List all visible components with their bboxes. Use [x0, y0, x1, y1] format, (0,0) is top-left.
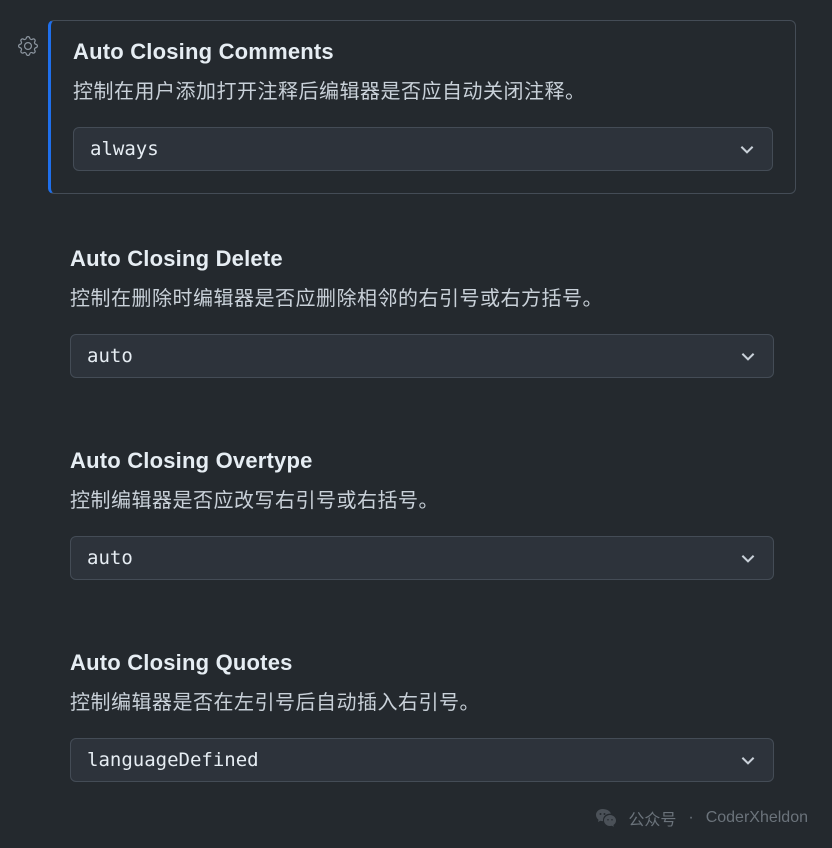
select-value: languageDefined	[87, 749, 739, 771]
select-auto-closing-quotes[interactable]: languageDefined	[70, 738, 774, 782]
select-value: auto	[87, 345, 739, 367]
chevron-down-icon	[738, 140, 756, 158]
select-value: auto	[87, 547, 739, 569]
settings-list: Auto Closing Comments 控制在用户添加打开注释后编辑器是否应…	[48, 20, 796, 834]
select-auto-closing-overtype[interactable]: auto	[70, 536, 774, 580]
select-auto-closing-delete[interactable]: auto	[70, 334, 774, 378]
watermark-author: CoderXheldon	[706, 809, 808, 827]
setting-auto-closing-overtype: Auto Closing Overtype 控制编辑器是否应改写右引号或右括号。…	[48, 430, 796, 602]
watermark: 公众号 · CoderXheldon	[594, 806, 808, 830]
gear-column	[8, 20, 48, 834]
chevron-down-icon	[739, 347, 757, 365]
setting-title: Auto Closing Delete	[70, 246, 774, 272]
setting-auto-closing-comments: Auto Closing Comments 控制在用户添加打开注释后编辑器是否应…	[48, 20, 796, 194]
watermark-label: 公众号	[628, 806, 676, 830]
select-value: always	[90, 138, 738, 160]
setting-description: 控制编辑器是否应改写右引号或右括号。	[70, 486, 774, 516]
wechat-icon	[594, 806, 618, 830]
setting-title: Auto Closing Quotes	[70, 650, 774, 676]
watermark-separator: ·	[688, 809, 693, 827]
gear-icon[interactable]	[18, 36, 38, 56]
setting-description: 控制在用户添加打开注释后编辑器是否应自动关闭注释。	[73, 77, 773, 107]
setting-auto-closing-delete: Auto Closing Delete 控制在删除时编辑器是否应删除相邻的右引号…	[48, 228, 796, 400]
setting-description: 控制编辑器是否在左引号后自动插入右引号。	[70, 688, 774, 718]
select-auto-closing-comments[interactable]: always	[73, 127, 773, 171]
setting-title: Auto Closing Comments	[73, 39, 773, 65]
chevron-down-icon	[739, 751, 757, 769]
setting-description: 控制在删除时编辑器是否应删除相邻的右引号或右方括号。	[70, 284, 774, 314]
setting-auto-closing-quotes: Auto Closing Quotes 控制编辑器是否在左引号后自动插入右引号。…	[48, 632, 796, 804]
setting-title: Auto Closing Overtype	[70, 448, 774, 474]
chevron-down-icon	[739, 549, 757, 567]
